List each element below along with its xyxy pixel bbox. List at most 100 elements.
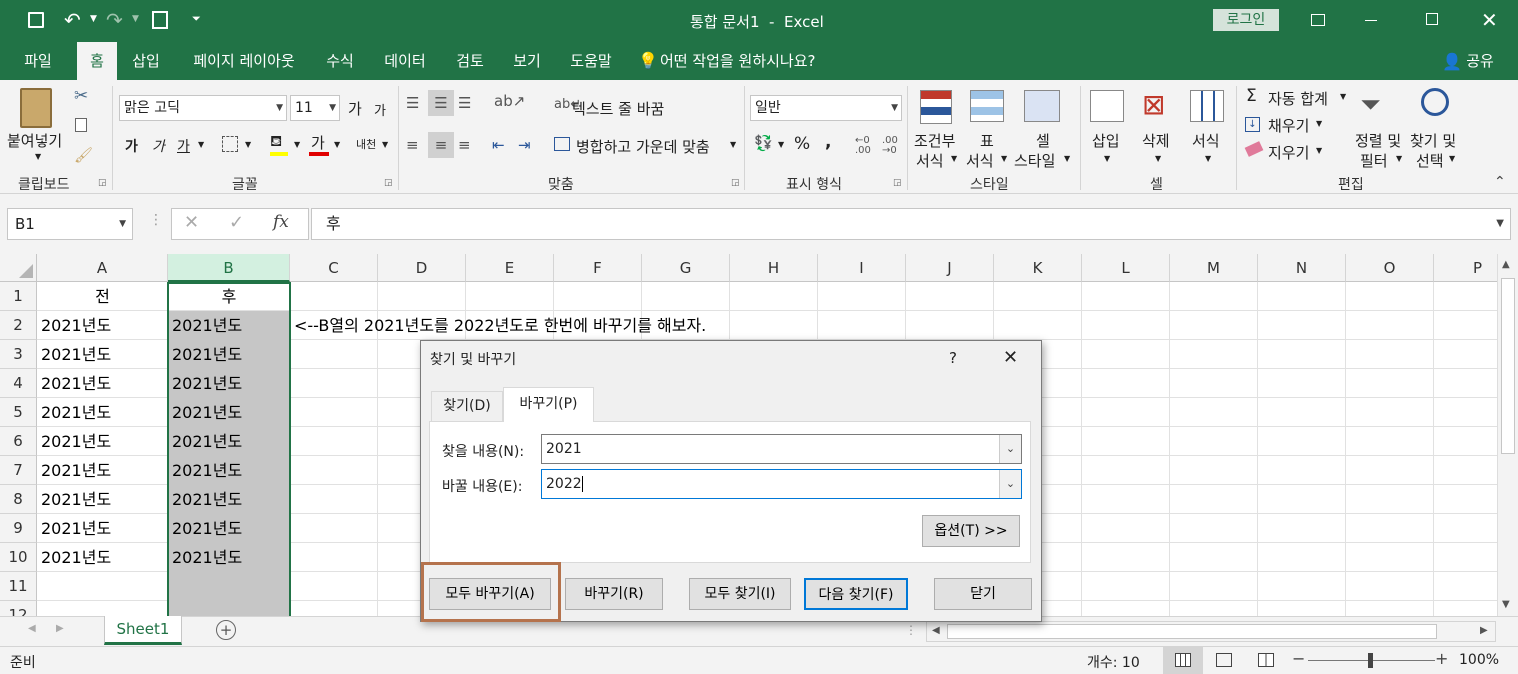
scroll-right-icon[interactable]: ▶ — [1480, 625, 1488, 636]
zoom-in-icon[interactable]: + — [1435, 649, 1448, 668]
cut-icon[interactable]: ✂ — [74, 86, 88, 106]
align-top-icon[interactable]: ☰ — [406, 94, 419, 112]
row-header-4[interactable]: 4 — [0, 369, 37, 398]
underline-button[interactable]: 가 — [177, 136, 190, 156]
tab-review[interactable]: 검토 — [446, 42, 494, 80]
scroll-down-icon[interactable]: ▼ — [1502, 599, 1510, 610]
orientation-icon[interactable]: ab↗ — [494, 92, 525, 110]
horizontal-scrollbar[interactable]: ◀ ▶ — [926, 621, 1496, 642]
column-header-H[interactable]: H — [730, 254, 818, 282]
number-format-combo[interactable]: 일반 ▼ — [750, 95, 902, 121]
column-header-A[interactable]: A — [37, 254, 168, 282]
font-name-combo[interactable]: 맑은 고딕 ▼ — [119, 95, 287, 121]
minimize-icon[interactable] — [1365, 20, 1377, 21]
select-all-corner[interactable] — [0, 254, 37, 282]
cellstyle-dropdown-icon[interactable]: ▼ — [1064, 154, 1070, 163]
italic-button[interactable]: 가 — [152, 136, 165, 156]
cell-A2[interactable]: 2021년도 — [37, 311, 111, 340]
close-window-icon[interactable]: ✕ — [1481, 8, 1498, 32]
column-header-M[interactable]: M — [1170, 254, 1258, 282]
row-header-8[interactable]: 8 — [0, 485, 37, 514]
border-dropdown-icon[interactable]: ▼ — [245, 140, 251, 149]
cond-dropdown-icon[interactable]: ▼ — [951, 154, 957, 163]
split-handle-icon[interactable]: ⋮ — [905, 623, 917, 637]
accounting-dropdown-icon[interactable]: ▼ — [778, 140, 784, 149]
sort-filter-icon[interactable]: ⏷ — [1360, 90, 1381, 121]
replace-with-input[interactable]: 2022 ⌄ — [541, 469, 1022, 499]
scroll-thumb[interactable] — [1501, 278, 1515, 454]
cell-A10[interactable]: 2021년도 — [37, 543, 111, 572]
normal-view-icon[interactable] — [1163, 647, 1203, 674]
row-header-9[interactable]: 9 — [0, 514, 37, 543]
clear-icon[interactable] — [1244, 141, 1264, 157]
fill-dropdown-icon[interactable]: ▼ — [1316, 119, 1322, 128]
merge-dropdown-icon[interactable]: ▼ — [730, 140, 736, 149]
collapse-ribbon-icon[interactable]: ⌃ — [1494, 174, 1506, 190]
font-launcher-icon[interactable]: ◲ — [384, 178, 393, 188]
redo-icon[interactable]: ↷ — [106, 8, 123, 32]
find-next-button[interactable]: 다음 찾기(F) — [804, 578, 908, 610]
page-layout-view-icon[interactable] — [1216, 653, 1232, 667]
fill-button[interactable]: 채우기 — [1268, 115, 1309, 136]
align-center-icon[interactable]: ≡ — [428, 132, 454, 158]
tab-file[interactable]: 파일 — [10, 42, 66, 80]
alignment-launcher-icon[interactable]: ◲ — [731, 178, 740, 188]
print-preview-icon[interactable] — [152, 11, 168, 29]
cell-A6[interactable]: 2021년도 — [37, 427, 111, 456]
tab-replace[interactable]: 바꾸기(P) — [503, 387, 594, 422]
align-right-icon[interactable]: ≡ — [458, 136, 471, 154]
tab-insert[interactable]: 삽입 — [122, 42, 170, 80]
cell-styles-button[interactable]: 셀 — [1036, 130, 1050, 151]
format-as-table-icon[interactable] — [970, 90, 1004, 122]
conditional-formatting-icon[interactable] — [920, 90, 952, 124]
insert-cells-button[interactable]: 삽입 — [1092, 130, 1120, 151]
tab-help[interactable]: 도움말 — [560, 42, 622, 80]
tell-me-box[interactable]: 어떤 작업을 원하시나요? — [660, 42, 832, 80]
find-what-input[interactable]: 2021 ⌄ — [541, 434, 1022, 464]
autosum-icon[interactable]: Σ — [1246, 86, 1257, 106]
number-launcher-icon[interactable]: ◲ — [893, 178, 902, 188]
phonetic-guide-button[interactable]: 내천 — [356, 136, 376, 152]
column-header-C[interactable]: C — [290, 254, 378, 282]
sheet-tab-sheet1[interactable]: Sheet1 — [104, 616, 182, 645]
align-middle-icon[interactable]: ☰ — [428, 90, 454, 116]
login-button[interactable]: 로그인 — [1213, 9, 1279, 31]
row-header-3[interactable]: 3 — [0, 340, 37, 369]
clear-dropdown-icon[interactable]: ▼ — [1316, 146, 1322, 155]
tab-home[interactable]: 홈 — [77, 42, 117, 80]
tab-page-layout[interactable]: 페이지 레이아웃 — [180, 42, 308, 80]
scroll-up-icon[interactable]: ▲ — [1502, 259, 1510, 270]
scroll-tabs-left-icon[interactable]: ◀ — [28, 623, 36, 634]
sort-dropdown-icon[interactable]: ▼ — [1396, 154, 1402, 163]
autosum-button[interactable]: 자동 합계 — [1268, 88, 1328, 109]
page-break-view-icon[interactable] — [1258, 653, 1274, 667]
clipboard-launcher-icon[interactable]: ◲ — [98, 178, 107, 188]
customize-qat-icon[interactable]: ⏷ — [192, 12, 201, 26]
conditional-formatting-button[interactable]: 조건부 — [914, 130, 955, 151]
zoom-level[interactable]: 100% — [1459, 652, 1499, 668]
find-select-button[interactable]: 찾기 및 — [1410, 130, 1456, 151]
formula-input[interactable]: 후 ▼ — [311, 208, 1511, 240]
percent-button[interactable]: % — [794, 134, 810, 154]
insert-cells-icon[interactable] — [1090, 90, 1124, 122]
column-header-O[interactable]: O — [1346, 254, 1434, 282]
row-header-2[interactable]: 2 — [0, 311, 37, 340]
column-header-B[interactable]: B — [168, 254, 290, 282]
column-header-D[interactable]: D — [378, 254, 466, 282]
insert-dropdown-icon[interactable]: ▼ — [1104, 154, 1110, 163]
options-button[interactable]: 옵션(T) >> — [922, 515, 1020, 547]
cell-C2[interactable]: <--B열의 2021년도를 2022년도로 한번에 바꾸기를 해보자. — [290, 311, 706, 340]
find-all-button[interactable]: 모두 찾기(I) — [689, 578, 791, 610]
paste-dropdown-icon[interactable]: ▼ — [35, 152, 41, 161]
row-header-1[interactable]: 1 — [0, 282, 37, 311]
tab-data[interactable]: 데이터 — [374, 42, 436, 80]
column-header-G[interactable]: G — [642, 254, 730, 282]
tab-find[interactable]: 찾기(D) — [431, 391, 503, 421]
decrease-indent-icon[interactable]: ⇤ — [492, 136, 505, 154]
share-button[interactable]: 공유 — [1462, 42, 1498, 80]
cell-A8[interactable]: 2021년도 — [37, 485, 111, 514]
ribbon-display-options-icon[interactable] — [1311, 14, 1325, 26]
tab-formulas[interactable]: 수식 — [316, 42, 364, 80]
name-box[interactable]: B1 ▼ — [7, 208, 133, 240]
format-painter-icon[interactable]: 🖌 — [74, 146, 93, 164]
